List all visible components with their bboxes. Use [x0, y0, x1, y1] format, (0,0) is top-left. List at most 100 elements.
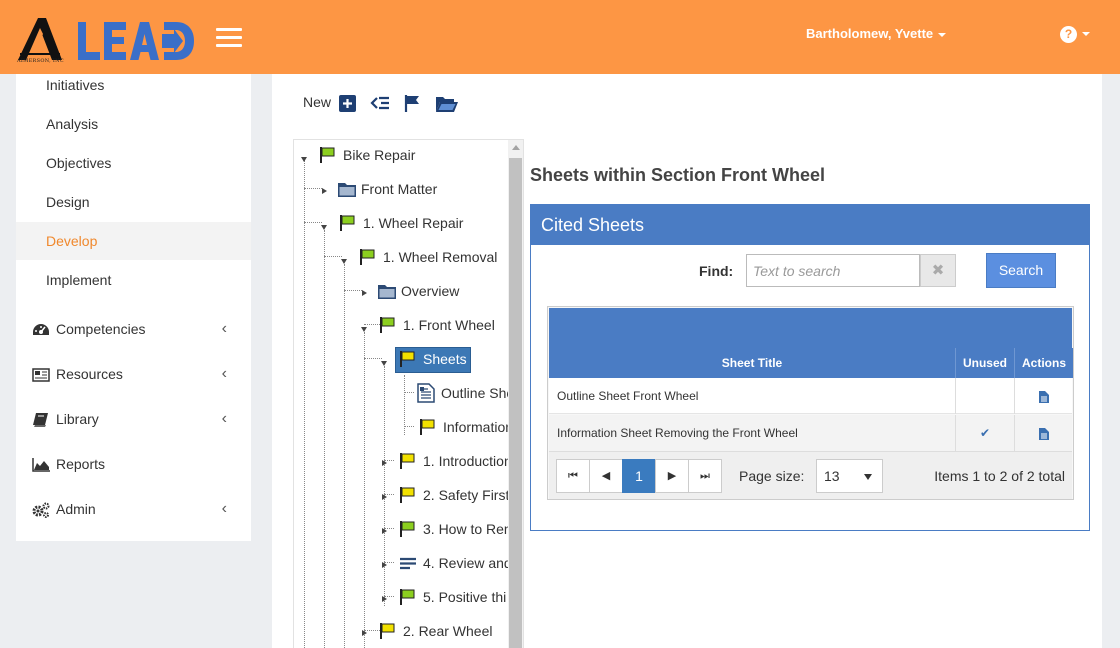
collapse-toggle-icon[interactable]	[321, 225, 327, 230]
lines-icon	[400, 557, 416, 570]
expand-toggle-icon[interactable]	[322, 188, 327, 194]
page-size-select[interactable]: 13	[816, 459, 883, 493]
expand-toggle-icon[interactable]	[382, 528, 387, 534]
expand-toggle-icon[interactable]	[382, 596, 387, 602]
caret-down-icon	[938, 32, 947, 37]
sidebar-group-library[interactable]: Library ‹	[16, 399, 251, 439]
sidebar-group-competencies[interactable]: Competencies ‹	[16, 309, 251, 349]
column-header-unused[interactable]: Unused	[955, 348, 1014, 378]
unused-cell	[955, 378, 1014, 414]
flag-yellow-icon	[400, 453, 415, 469]
chevron-left-icon: ‹	[221, 500, 227, 517]
sidebar-group-label: Competencies	[56, 321, 146, 337]
sidebar-item-design[interactable]: Design	[16, 183, 251, 221]
sidebar-item-implement[interactable]: Implement	[16, 261, 251, 299]
flag-yellow-icon	[420, 419, 435, 435]
flag-yellow-icon	[400, 487, 415, 503]
collapse-toggle-icon[interactable]	[361, 327, 367, 332]
grid-toolbar	[549, 308, 1072, 348]
close-icon: ✖	[931, 262, 945, 279]
question-circle-icon: ?	[1060, 25, 1077, 43]
scroll-up-arrow-icon[interactable]	[512, 145, 520, 150]
page-size-label: Page size:	[739, 468, 805, 484]
sidebar-group-reports[interactable]: Reports	[16, 444, 251, 484]
actions-cell	[1014, 415, 1072, 451]
lead-logo	[78, 22, 194, 60]
expand-toggle-icon[interactable]	[382, 494, 387, 500]
flag-icon	[404, 95, 419, 112]
search-input[interactable]	[746, 254, 920, 287]
last-page-button[interactable]: ⏭	[688, 459, 722, 493]
sidebar-group-admin[interactable]: Admin ‹	[16, 489, 251, 529]
open-folder-button[interactable]	[434, 92, 460, 114]
clear-search-button[interactable]: ✖	[920, 254, 956, 287]
newspaper-icon	[32, 368, 50, 383]
cogs-icon	[32, 502, 50, 519]
flag-yellow-icon	[400, 351, 415, 367]
chevron-left-icon: ‹	[221, 410, 227, 427]
dropdown-arrow-icon	[864, 474, 872, 480]
scroll-thumb[interactable]	[509, 158, 522, 648]
sidebar-group-resources[interactable]: Resources ‹	[16, 354, 251, 394]
chevron-left-icon: ‹	[221, 365, 227, 382]
pager-info: Items 1 to 2 of 2 total	[934, 468, 1065, 484]
actions-cell	[1014, 378, 1072, 414]
view-document-icon[interactable]	[1038, 390, 1049, 403]
flag-green-icon	[320, 147, 335, 163]
flag-green-icon	[360, 249, 375, 265]
view-document-icon[interactable]	[1038, 427, 1049, 440]
sidebar-group-label: Reports	[56, 456, 106, 472]
table-row[interactable]: Outline Sheet Front Wheel	[549, 378, 1072, 414]
expand-toggle-icon[interactable]	[362, 630, 367, 636]
flag-green-icon	[400, 589, 415, 605]
book-icon	[33, 413, 48, 428]
user-name: Bartholomew, Yvette	[806, 26, 934, 41]
sidebar-item-develop[interactable]: Develop	[16, 222, 251, 260]
help-menu-button[interactable]: ?	[1060, 25, 1090, 43]
section-tree: Bike Repair Front Matter 1. Wheel Repair…	[293, 139, 524, 648]
collapse-toggle-icon[interactable]	[301, 157, 307, 162]
sidebar-item-analysis[interactable]: Analysis	[16, 105, 251, 143]
sheet-title-cell: Information Sheet Removing the Front Whe…	[557, 426, 798, 440]
add-flag-button[interactable]	[402, 92, 424, 114]
list-add-icon	[370, 96, 389, 110]
unused-check-icon: ✔	[955, 415, 1014, 451]
flag-green-icon	[400, 521, 415, 537]
sidebar-item-objectives[interactable]: Objectives	[16, 144, 251, 182]
search-button[interactable]: Search	[986, 253, 1056, 288]
find-label: Find:	[699, 263, 734, 279]
sheets-grid: Sheet Title Unused Actions Outline Sheet…	[547, 306, 1074, 500]
add-button[interactable]	[337, 92, 359, 114]
collapse-toggle-icon[interactable]	[381, 361, 387, 366]
expand-toggle-icon[interactable]	[382, 562, 387, 568]
flag-yellow-icon	[380, 623, 395, 639]
hamburger-menu-button[interactable]	[216, 28, 242, 48]
sidebar-group-label: Library	[56, 411, 99, 427]
logo-subtext: AIMERSON, INC	[17, 58, 64, 64]
sidebar-group-label: Admin	[56, 501, 96, 517]
tree-node-sheets[interactable]: Sheets	[395, 347, 471, 373]
section-title: Sheets within Section Front Wheel	[530, 165, 826, 185]
expand-toggle-icon[interactable]	[362, 290, 367, 296]
column-header-sheet-title[interactable]: Sheet Title	[549, 348, 955, 378]
sidebar-item-initiatives[interactable]: Initiatives	[16, 66, 251, 104]
sidebar: Initiatives Analysis Objectives Design D…	[16, 74, 251, 541]
column-header-actions[interactable]: Actions	[1014, 348, 1073, 378]
current-page-button[interactable]: 1	[622, 459, 656, 493]
first-page-button[interactable]: ⏮	[556, 459, 590, 493]
tree-scrollbar[interactable]	[508, 140, 523, 648]
user-menu-dropdown[interactable]: Bartholomew, Yvette	[806, 26, 947, 41]
folder-icon	[378, 285, 396, 299]
collapse-toggle-icon[interactable]	[341, 259, 347, 264]
new-label: New	[303, 94, 332, 110]
dashboard-icon	[33, 324, 49, 336]
table-row[interactable]: Information Sheet Removing the Front Whe…	[549, 415, 1072, 451]
expand-toggle-icon[interactable]	[382, 460, 387, 466]
area-chart-icon	[32, 458, 50, 473]
caret-down-icon	[1082, 32, 1090, 37]
sheet-title-cell: Outline Sheet Front Wheel	[557, 389, 699, 403]
prev-page-button[interactable]: ◀	[589, 459, 623, 493]
add-list-button[interactable]	[369, 92, 391, 114]
next-page-button[interactable]: ▶	[655, 459, 689, 493]
folder-open-icon	[436, 97, 458, 112]
